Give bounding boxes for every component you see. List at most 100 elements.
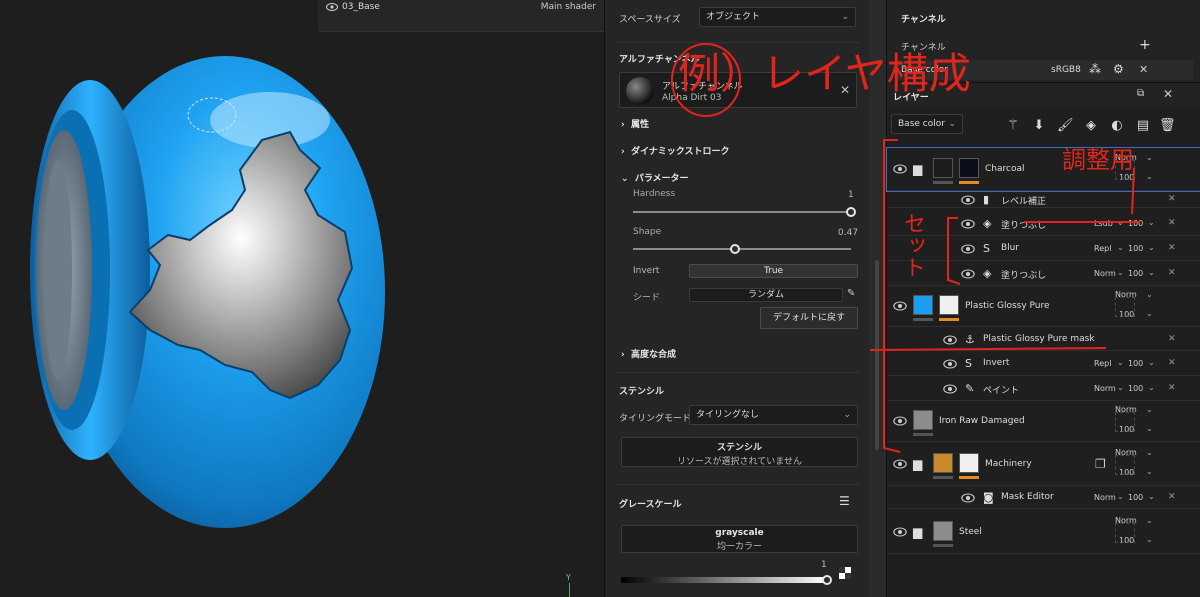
hardness-slider-handle[interactable] bbox=[846, 207, 856, 217]
add-channel-icon[interactable]: + bbox=[1139, 37, 1151, 53]
chevron-down-icon[interactable]: ⌄ bbox=[1117, 383, 1124, 392]
layer-thumbnail[interactable] bbox=[933, 521, 953, 541]
layer-thumbnail[interactable] bbox=[913, 410, 933, 430]
trash-icon[interactable]: 🗑 bbox=[1159, 118, 1176, 134]
visibility-eye-icon[interactable] bbox=[961, 244, 975, 254]
opacity-value[interactable]: 100 bbox=[1128, 359, 1143, 368]
layer-row[interactable]: ▆ Charcoal Norm 100 ⌄ ⌄ bbox=[886, 147, 1200, 192]
mask-thumbnail[interactable] bbox=[959, 158, 979, 178]
advanced-blend-section[interactable]: › 高度な合成 bbox=[621, 347, 676, 360]
pencil-icon[interactable]: ✎ bbox=[847, 288, 855, 299]
tiling-mode-dropdown[interactable]: タイリングなし ⌄ bbox=[689, 405, 858, 425]
space-size-dropdown[interactable]: オブジェクト ⌄ bbox=[699, 7, 856, 27]
close-icon[interactable]: ✕ bbox=[1139, 63, 1148, 76]
chevron-down-icon[interactable]: ⌄ bbox=[1117, 218, 1124, 227]
geometry-mask-slot[interactable] bbox=[1115, 160, 1135, 180]
layer-name[interactable]: Plastic Glossy Pure bbox=[965, 301, 1050, 311]
scrollbar-thumb[interactable] bbox=[875, 260, 879, 450]
fill-bucket-icon[interactable]: ◈ bbox=[1083, 118, 1099, 134]
chevron-down-icon[interactable]: ⌄ bbox=[1148, 218, 1155, 227]
blend-mode[interactable]: Lsub bbox=[1094, 219, 1113, 228]
chevron-down-icon[interactable]: ⌄ bbox=[1146, 448, 1153, 457]
blend-mode[interactable]: Norm bbox=[1094, 493, 1116, 502]
geometry-mask-slot[interactable] bbox=[1115, 412, 1135, 432]
chevron-down-icon[interactable]: ⌄ bbox=[1146, 153, 1153, 162]
remove-icon[interactable]: ✕ bbox=[1168, 243, 1176, 253]
close-icon[interactable]: ✕ bbox=[840, 83, 850, 97]
layer-row[interactable]: Plastic Glossy Pure Norm 100 ⌄ ⌄ bbox=[887, 287, 1200, 327]
visibility-eye-icon[interactable] bbox=[893, 527, 907, 537]
instance-icon[interactable]: ❐ bbox=[1095, 457, 1106, 471]
maximize-icon[interactable]: ⧉ bbox=[1137, 88, 1144, 99]
chevron-down-icon[interactable]: ⌄ bbox=[1117, 268, 1124, 277]
visibility-eye-icon[interactable] bbox=[893, 416, 907, 426]
layer-name[interactable]: Invert bbox=[983, 358, 1009, 368]
checker-icon[interactable] bbox=[839, 567, 851, 579]
chevron-down-icon[interactable]: ⌄ bbox=[1146, 467, 1153, 476]
layer-name[interactable]: 塗りつぶし bbox=[1001, 218, 1046, 231]
grayscale-resource-slot[interactable]: grayscale 均一カラー bbox=[621, 525, 858, 553]
layer-row[interactable]: ▆ Machinery ❐ Norm 100 ⌄ ⌄ bbox=[887, 444, 1200, 486]
chevron-down-icon[interactable]: ⌄ bbox=[1148, 358, 1155, 367]
eye-icon[interactable] bbox=[326, 3, 338, 11]
blend-mode[interactable]: Repl bbox=[1094, 359, 1111, 368]
visibility-eye-icon[interactable] bbox=[893, 459, 907, 469]
layer-effect-row[interactable]: S Blur Repl ⌄ 100 ⌄ ✕ bbox=[887, 236, 1200, 261]
invert-toggle[interactable]: True bbox=[689, 264, 858, 278]
grayscale-slider-handle[interactable] bbox=[822, 575, 832, 585]
visibility-eye-icon[interactable] bbox=[961, 195, 975, 205]
chevron-down-icon[interactable]: ⌄ bbox=[1148, 383, 1155, 392]
paint-brush-icon[interactable]: 🖌 bbox=[1057, 118, 1074, 134]
geometry-mask-slot[interactable] bbox=[1115, 297, 1135, 317]
channel-row[interactable]: Base color sRGB8 ⁂ ⚙ ✕ bbox=[895, 60, 1193, 80]
chevron-down-icon[interactable]: ⌄ bbox=[1146, 516, 1153, 525]
parameters-section[interactable]: ⌄ パラメーター bbox=[621, 171, 689, 184]
opacity-value[interactable]: 100 bbox=[1128, 384, 1143, 393]
remove-icon[interactable]: ✕ bbox=[1168, 194, 1176, 204]
sphere-render[interactable] bbox=[0, 0, 604, 597]
close-icon[interactable]: ✕ bbox=[1163, 87, 1173, 101]
chevron-down-icon[interactable]: ⌄ bbox=[1146, 309, 1153, 318]
material-icon[interactable]: ◐ bbox=[1109, 118, 1125, 134]
layer-thumbnail[interactable] bbox=[913, 295, 933, 315]
alpha-resource-card[interactable]: アルファチャンネル Alpha Dirt 03 ✕ bbox=[619, 72, 857, 108]
layer-name[interactable]: Machinery bbox=[985, 459, 1032, 469]
visibility-eye-icon[interactable] bbox=[893, 164, 907, 174]
layer-name[interactable]: Iron Raw Damaged bbox=[939, 416, 1025, 426]
layer-name[interactable]: Plastic Glossy Pure mask bbox=[983, 334, 1095, 344]
blend-mode[interactable]: Repl bbox=[1094, 244, 1111, 253]
seed-field[interactable]: ランダム bbox=[689, 288, 843, 302]
layer-effect-row[interactable]: S Invert Repl ⌄ 100 ⌄ ✕ bbox=[887, 352, 1200, 376]
remove-icon[interactable]: ✕ bbox=[1168, 334, 1176, 344]
visibility-eye-icon[interactable] bbox=[893, 301, 907, 311]
chevron-down-icon[interactable]: ⌄ bbox=[1146, 424, 1153, 433]
layer-name[interactable]: ペイント bbox=[983, 383, 1019, 396]
grayscale-gradient-slider[interactable] bbox=[621, 577, 827, 583]
layer-effect-row[interactable]: ▮ レベル補正 ✕ bbox=[887, 191, 1200, 208]
chevron-down-icon[interactable]: ⌄ bbox=[1148, 492, 1155, 501]
share-icon[interactable]: ⁂ bbox=[1089, 62, 1101, 76]
chevron-down-icon[interactable]: ⌄ bbox=[1148, 268, 1155, 277]
layer-effect-row[interactable]: ◙ Mask Editor Norm ⌄ 100 ⌄ ✕ bbox=[887, 487, 1200, 509]
layer-effect-row[interactable]: ✎ ペイント Norm ⌄ 100 ⌄ ✕ bbox=[887, 377, 1200, 401]
opacity-value[interactable]: 100 bbox=[1128, 219, 1143, 228]
visibility-eye-icon[interactable] bbox=[943, 359, 957, 369]
visibility-eye-icon[interactable] bbox=[943, 335, 957, 345]
remove-icon[interactable]: ✕ bbox=[1168, 268, 1176, 278]
layer-name[interactable]: Blur bbox=[1001, 243, 1019, 253]
layer-name[interactable]: Steel bbox=[959, 527, 982, 537]
visibility-eye-icon[interactable] bbox=[961, 219, 975, 229]
layer-name[interactable]: Mask Editor bbox=[1001, 492, 1054, 502]
layer-name[interactable]: レベル補正 bbox=[1001, 194, 1046, 207]
mask-thumbnail[interactable] bbox=[939, 295, 959, 315]
menu-icon[interactable]: ☰ bbox=[839, 494, 850, 508]
shape-slider-handle[interactable] bbox=[730, 244, 741, 254]
layer-name[interactable]: Charcoal bbox=[985, 164, 1024, 174]
chevron-down-icon[interactable]: ⌄ bbox=[1148, 243, 1155, 252]
attributes-section[interactable]: › 属性 bbox=[621, 117, 649, 130]
chevron-down-icon[interactable]: ⌄ bbox=[1117, 358, 1124, 367]
layer-effect-row[interactable]: ◈ 塗りつぶし Lsub ⌄ 100 ⌄ ✕ bbox=[887, 212, 1200, 236]
chevron-down-icon[interactable]: ⌄ bbox=[1117, 492, 1124, 501]
geometry-mask-slot[interactable] bbox=[1115, 523, 1135, 543]
add-effect-icon[interactable]: ⬇ bbox=[1031, 118, 1047, 134]
